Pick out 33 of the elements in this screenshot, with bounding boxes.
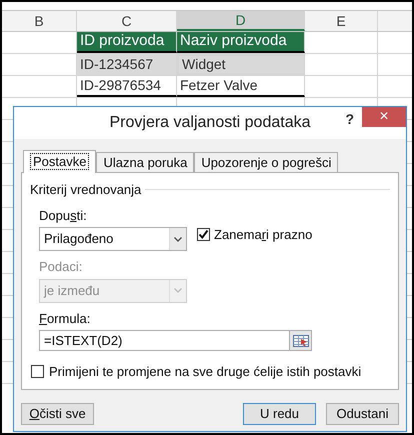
table-cell: ID proizvoda — [77, 32, 177, 53]
clear-all-button[interactable]: Očisti sve — [21, 403, 94, 425]
tab[interactable]: Ulazna poruka — [96, 152, 194, 172]
checkbox-label: Primijeni te promjene na sve druge ćelije istih postavki — [49, 362, 362, 381]
range-picker-button[interactable] — [289, 331, 311, 350]
table-cell: Fetzer Valve — [177, 76, 305, 97]
tab[interactable]: Upozorenje o pogrešci — [194, 152, 338, 172]
field-label: Formula: — [39, 310, 92, 328]
caret-icon — [174, 236, 182, 242]
field-label: Podaci: — [39, 258, 84, 276]
help-button[interactable]: ? — [345, 109, 354, 130]
column-header[interactable]: B — [2, 11, 77, 31]
window-title: Provjera valjanosti podataka — [109, 113, 310, 133]
dropdown[interactable]: Prilagođeno — [39, 227, 187, 251]
table-cell: Naziv proizvoda — [177, 32, 305, 53]
column-header[interactable]: E — [305, 11, 378, 31]
table-cell: ID-1234567 — [77, 54, 177, 75]
cancel-button[interactable]: Odustani — [326, 403, 399, 425]
checkbox-label: Zanemari prazno — [214, 226, 312, 244]
field-label: Dopusti: — [39, 206, 88, 225]
checkbox[interactable] — [197, 228, 210, 241]
close-button[interactable]: × — [362, 107, 406, 127]
table-cell: Widget — [177, 54, 305, 75]
table-cell: ID-29876534 — [77, 76, 177, 97]
formula-field[interactable]: =ISTEXT(D2) — [39, 330, 312, 351]
range-select-icon — [292, 334, 308, 346]
group-title: Kriterij vrednovanja — [30, 181, 142, 199]
dropdown: je između — [39, 278, 187, 302]
column-header[interactable]: D — [177, 11, 305, 31]
checkbox[interactable] — [31, 364, 44, 378]
tab[interactable]: Postavke — [23, 150, 96, 173]
ok-button[interactable]: U redu — [243, 403, 316, 425]
caret-icon — [174, 288, 182, 293]
